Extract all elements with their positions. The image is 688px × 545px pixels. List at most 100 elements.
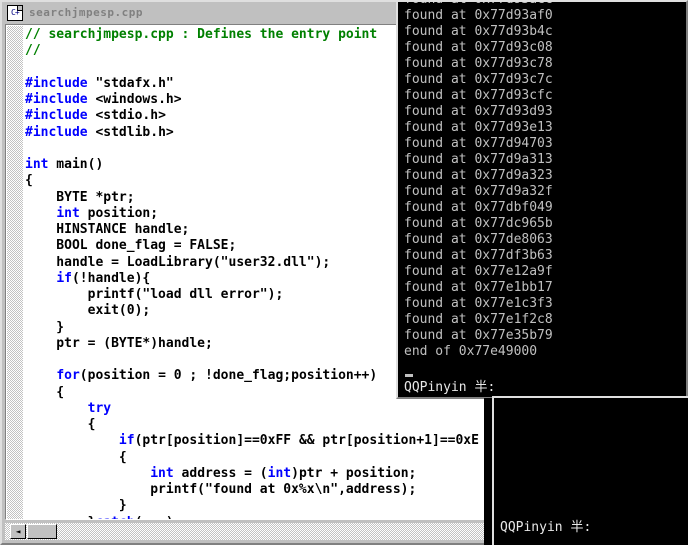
console-line: found at 0x77dc965b <box>404 216 553 231</box>
code-token: main() <box>48 157 104 172</box>
code-token: // searchjmpesp.cpp : Defines the entry … <box>25 27 378 42</box>
console-line: found at 0x77d93af0 <box>404 8 553 23</box>
editor-selection-margin[interactable] <box>7 26 24 519</box>
console-line: found at 0x77e12a9f <box>404 264 553 279</box>
code-token: int <box>267 465 292 481</box>
code-token: #include <box>25 124 88 140</box>
code-token: <stdio.h> <box>87 108 166 124</box>
console-line: found at 0x77d9a32f <box>404 184 553 199</box>
code-line: if(ptr[position]==0xFF && ptr[position+1… <box>25 433 491 449</box>
code-token: #include <box>25 92 88 107</box>
code-token: (ptr[position]==0xFF && ptr[position+1]=… <box>134 433 479 449</box>
code-token: ptr = (BYTE*)handle; <box>25 335 213 351</box>
console-line: found at 0x77d9a313 <box>404 152 553 167</box>
code-line: printf("found at 0x%x\n",address); <box>25 482 491 498</box>
console-line: found at 0x77dbf049 <box>404 200 553 215</box>
editor-horizontal-scrollbar[interactable]: ◄ <box>5 523 492 540</box>
code-token: address = ( <box>173 465 268 481</box>
code-token: { <box>25 384 65 400</box>
code-token: if <box>56 270 72 286</box>
second-console-output-area[interactable]: QQPinyin 半: <box>496 398 688 545</box>
ime-suffix-2: : <box>583 520 592 535</box>
code-line: } <box>25 498 491 514</box>
second-console-window[interactable]: QQPinyin 半: <box>492 396 688 545</box>
code-token: BOOL done_flag = FALSE; <box>25 238 237 254</box>
console-line: found at 0x77df3b63 <box>404 248 553 263</box>
code-token: position; <box>79 205 159 221</box>
code-token: (!handle){ <box>71 270 151 286</box>
code-token: (position = 0 ; !done_flag;position++) <box>79 368 378 384</box>
code-token: { <box>25 173 33 189</box>
ime-label-2: QQPinyin <box>500 520 563 535</box>
console-line: found at 0x77de8063 <box>404 232 553 247</box>
console-line: found at 0x77d93d93 <box>404 104 553 119</box>
code-token: for <box>56 368 80 384</box>
ime-mode-glyph-2: 半 <box>570 520 584 535</box>
code-token: int <box>56 205 80 221</box>
console-line: found at 0x77e1c3f3 <box>404 296 553 311</box>
code-line: { <box>25 449 491 466</box>
code-line: }catch(...) <box>25 515 491 520</box>
code-token: #include <box>25 75 88 91</box>
console-line: found at 0x77d93c78 <box>404 56 553 71</box>
console-line: found at 0x77e1f2c8 <box>404 312 553 327</box>
console-caret <box>405 374 413 377</box>
cpp-document-icon: C+ <box>7 4 23 21</box>
console-line: found at 0x77d93b4c <box>404 24 553 39</box>
horizontal-scroll-thumb[interactable] <box>27 524 57 539</box>
code-line: { <box>25 417 491 433</box>
console-line: found at 0x77d93c7c <box>404 72 553 87</box>
ime-status-indicator[interactable]: QQPinyin 半: <box>404 380 495 396</box>
console-line: found at 0x77d9a323 <box>404 168 553 183</box>
editor-title-label: searchjmpesp.cpp <box>29 6 143 19</box>
console-line: found at 0x77d93e13 <box>404 120 553 135</box>
code-token: } <box>25 498 127 514</box>
ime-mode-glyph: 半 <box>474 380 488 395</box>
console-line: found at 0x77e35b79 <box>404 328 553 343</box>
code-token: <stdlib.h> <box>87 124 174 140</box>
code-token: { <box>25 417 96 432</box>
console-line: found at 0x77d93c08 <box>404 40 553 55</box>
code-token: (...) <box>135 515 174 520</box>
code-token: } <box>25 515 96 520</box>
console-line: found at 0x77d94703 <box>404 136 553 151</box>
scroll-left-arrow-icon[interactable]: ◄ <box>10 524 26 539</box>
ime-label: QQPinyin <box>404 380 467 395</box>
code-token: printf("load dll error"); <box>25 287 284 302</box>
code-token: "stdafx.h" <box>87 75 174 91</box>
code-token: handle = LoadLibrary("user32.dll"); <box>25 254 331 270</box>
console-line: found at 0x77e1bb17 <box>404 280 553 295</box>
code-token: catch <box>95 515 134 520</box>
console-output-area[interactable]: found at 0x77d93accfound at 0x77d93af0fo… <box>400 2 686 397</box>
console-output-lines: found at 0x77d93accfound at 0x77d93af0fo… <box>404 2 553 360</box>
code-token: HINSTANCE handle; <box>25 222 190 237</box>
code-token: #include <box>25 108 88 124</box>
code-token: if <box>118 433 135 449</box>
ime-suffix: : <box>487 380 496 395</box>
console-line: end of 0x77e49000 <box>404 344 538 359</box>
code-token: <windows.h> <box>87 92 182 107</box>
code-token: printf("found at 0x%x\n",address); <box>25 482 417 497</box>
code-token: BYTE *ptr; <box>25 189 135 205</box>
code-token: exit(0); <box>25 303 151 319</box>
code-token: { <box>25 449 127 465</box>
code-token: // <box>25 43 41 59</box>
code-line: int address = (int)ptr + position; <box>25 465 491 482</box>
desktop-seam <box>484 398 492 545</box>
code-line: try <box>25 400 491 417</box>
code-token: int <box>25 157 49 172</box>
ime-status-indicator-2[interactable]: QQPinyin 半: <box>500 520 591 536</box>
code-token: try <box>87 400 112 416</box>
console-line: found at 0x77d93cfc <box>404 88 553 103</box>
code-token: } <box>25 319 65 335</box>
code-token: )ptr + position; <box>291 465 417 481</box>
desktop-background: C+ searchjmpesp.cpp // searchjmpesp.cpp … <box>0 0 688 545</box>
code-token: int <box>150 465 174 481</box>
console-output-window[interactable]: found at 0x77d93accfound at 0x77d93af0fo… <box>396 0 688 399</box>
